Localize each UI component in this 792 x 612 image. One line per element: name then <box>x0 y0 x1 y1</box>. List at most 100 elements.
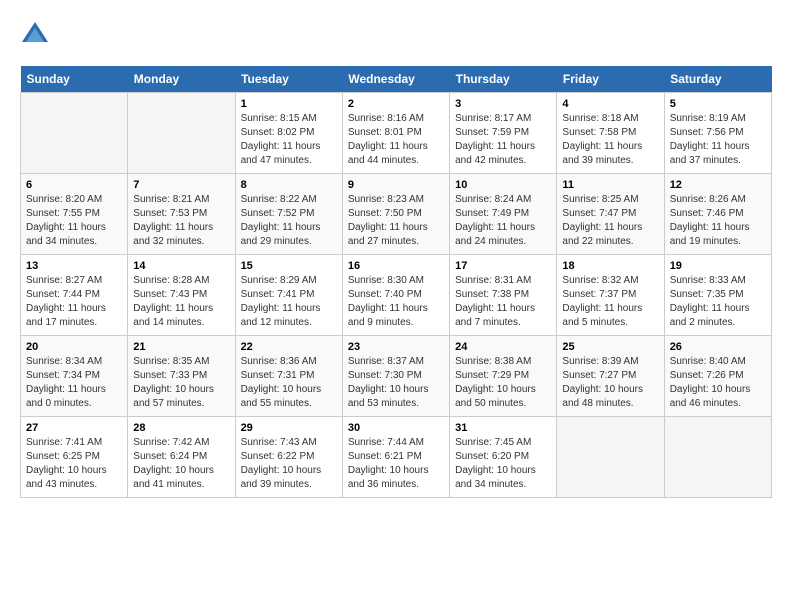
day-info: Sunrise: 8:33 AM Sunset: 7:35 PM Dayligh… <box>670 274 766 330</box>
day-number: 19 <box>670 260 766 272</box>
day-info: Sunrise: 8:29 AM Sunset: 7:41 PM Dayligh… <box>241 274 337 330</box>
day-info: Sunrise: 8:39 AM Sunset: 7:27 PM Dayligh… <box>562 355 658 411</box>
day-info: Sunrise: 8:20 AM Sunset: 7:55 PM Dayligh… <box>26 193 122 249</box>
calendar-week-row: 1Sunrise: 8:15 AM Sunset: 8:02 PM Daylig… <box>21 93 772 174</box>
calendar-cell: 18 Sunrise: 8:32 AM Sunset: 7:37 PM Dayli… <box>557 255 664 336</box>
day-info: Sunrise: 8:27 AM Sunset: 7:44 PM Dayligh… <box>26 274 122 330</box>
day-number: 23 <box>348 341 444 353</box>
day-info: Sunrise: 8:31 AM Sunset: 7:38 PM Dayligh… <box>455 274 551 330</box>
day-info: Sunrise: 8:25 AM Sunset: 7:47 PM Dayligh… <box>562 193 658 249</box>
calendar-cell: 29 Sunrise: 7:43 AM Sunset: 6:22 PM Dayli… <box>235 417 342 498</box>
day-number: 14 <box>133 260 229 272</box>
calendar-header-row: SundayMondayTuesdayWednesdayThursdayFrid… <box>21 66 772 93</box>
day-info: Sunrise: 8:19 AM Sunset: 7:56 PM Dayligh… <box>670 112 766 168</box>
calendar-cell: 11 Sunrise: 8:25 AM Sunset: 7:47 PM Dayli… <box>557 174 664 255</box>
day-info: Sunrise: 8:36 AM Sunset: 7:31 PM Dayligh… <box>241 355 337 411</box>
day-info: Sunrise: 8:21 AM Sunset: 7:53 PM Dayligh… <box>133 193 229 249</box>
calendar-cell: 14 Sunrise: 8:28 AM Sunset: 7:43 PM Dayli… <box>128 255 235 336</box>
day-number: 16 <box>348 260 444 272</box>
day-number: 9 <box>348 179 444 191</box>
day-info: Sunrise: 8:24 AM Sunset: 7:49 PM Dayligh… <box>455 193 551 249</box>
day-number: 2 <box>348 98 444 110</box>
calendar-cell: 28Sunrise: 7:42 AM Sunset: 6:24 PM Dayli… <box>128 417 235 498</box>
day-info: Sunrise: 7:44 AM Sunset: 6:21 PM Dayligh… <box>348 436 444 492</box>
day-info: Sunrise: 8:18 AM Sunset: 7:58 PM Dayligh… <box>562 112 658 168</box>
calendar-cell <box>21 93 128 174</box>
day-number: 22 <box>241 341 337 353</box>
calendar-cell: 31Sunrise: 7:45 AM Sunset: 6:20 PM Dayli… <box>450 417 557 498</box>
day-info: Sunrise: 8:17 AM Sunset: 7:59 PM Dayligh… <box>455 112 551 168</box>
calendar-cell: 3 Sunrise: 8:17 AM Sunset: 7:59 PM Daylig… <box>450 93 557 174</box>
day-info: Sunrise: 8:26 AM Sunset: 7:46 PM Dayligh… <box>670 193 766 249</box>
day-number: 7 <box>133 179 229 191</box>
day-number: 20 <box>26 341 122 353</box>
calendar-cell <box>664 417 771 498</box>
day-number: 28 <box>133 422 229 434</box>
day-header-monday: Monday <box>128 66 235 93</box>
calendar-cell: 20 Sunrise: 8:34 AM Sunset: 7:34 PM Dayli… <box>21 336 128 417</box>
day-header-thursday: Thursday <box>450 66 557 93</box>
day-number: 15 <box>241 260 337 272</box>
calendar-cell: 13 Sunrise: 8:27 AM Sunset: 7:44 PM Dayli… <box>21 255 128 336</box>
day-number: 18 <box>562 260 658 272</box>
day-number: 6 <box>26 179 122 191</box>
calendar-cell: 25 Sunrise: 8:39 AM Sunset: 7:27 PM Dayli… <box>557 336 664 417</box>
day-number: 24 <box>455 341 551 353</box>
calendar-cell: 4 Sunrise: 8:18 AM Sunset: 7:58 PM Daylig… <box>557 93 664 174</box>
day-number: 1 <box>241 98 337 110</box>
day-number: 25 <box>562 341 658 353</box>
day-number: 12 <box>670 179 766 191</box>
day-number: 10 <box>455 179 551 191</box>
day-header-wednesday: Wednesday <box>342 66 449 93</box>
calendar-week-row: 20 Sunrise: 8:34 AM Sunset: 7:34 PM Dayli… <box>21 336 772 417</box>
calendar-cell: 19 Sunrise: 8:33 AM Sunset: 7:35 PM Dayli… <box>664 255 771 336</box>
day-info: Sunrise: 7:45 AM Sunset: 6:20 PM Dayligh… <box>455 436 551 492</box>
day-number: 21 <box>133 341 229 353</box>
calendar-cell: 23 Sunrise: 8:37 AM Sunset: 7:30 PM Dayli… <box>342 336 449 417</box>
calendar-cell: 21Sunrise: 8:35 AM Sunset: 7:33 PM Dayli… <box>128 336 235 417</box>
calendar-cell: 15 Sunrise: 8:29 AM Sunset: 7:41 PM Dayli… <box>235 255 342 336</box>
calendar-week-row: 6 Sunrise: 8:20 AM Sunset: 7:55 PM Daylig… <box>21 174 772 255</box>
day-header-sunday: Sunday <box>21 66 128 93</box>
calendar-cell: 9 Sunrise: 8:23 AM Sunset: 7:50 PM Daylig… <box>342 174 449 255</box>
day-info: Sunrise: 7:41 AM Sunset: 6:25 PM Dayligh… <box>26 436 122 492</box>
logo-icon <box>20 20 50 50</box>
calendar-week-row: 27Sunrise: 7:41 AM Sunset: 6:25 PM Dayli… <box>21 417 772 498</box>
calendar-cell: 5Sunrise: 8:19 AM Sunset: 7:56 PM Daylig… <box>664 93 771 174</box>
day-info: Sunrise: 8:16 AM Sunset: 8:01 PM Dayligh… <box>348 112 444 168</box>
day-header-friday: Friday <box>557 66 664 93</box>
day-info: Sunrise: 8:22 AM Sunset: 7:52 PM Dayligh… <box>241 193 337 249</box>
day-info: Sunrise: 8:38 AM Sunset: 7:29 PM Dayligh… <box>455 355 551 411</box>
day-number: 3 <box>455 98 551 110</box>
calendar-cell: 12 Sunrise: 8:26 AM Sunset: 7:46 PM Dayli… <box>664 174 771 255</box>
day-number: 29 <box>241 422 337 434</box>
page-header <box>20 20 772 50</box>
logo <box>20 20 54 50</box>
day-info: Sunrise: 8:28 AM Sunset: 7:43 PM Dayligh… <box>133 274 229 330</box>
day-number: 11 <box>562 179 658 191</box>
day-info: Sunrise: 8:23 AM Sunset: 7:50 PM Dayligh… <box>348 193 444 249</box>
calendar-cell: 16 Sunrise: 8:30 AM Sunset: 7:40 PM Dayli… <box>342 255 449 336</box>
day-number: 30 <box>348 422 444 434</box>
day-info: Sunrise: 8:37 AM Sunset: 7:30 PM Dayligh… <box>348 355 444 411</box>
calendar-cell <box>128 93 235 174</box>
day-number: 13 <box>26 260 122 272</box>
calendar-cell: 1Sunrise: 8:15 AM Sunset: 8:02 PM Daylig… <box>235 93 342 174</box>
calendar-cell: 7 Sunrise: 8:21 AM Sunset: 7:53 PM Daylig… <box>128 174 235 255</box>
calendar-cell <box>557 417 664 498</box>
day-number: 26 <box>670 341 766 353</box>
calendar-cell: 26Sunrise: 8:40 AM Sunset: 7:26 PM Dayli… <box>664 336 771 417</box>
day-info: Sunrise: 8:30 AM Sunset: 7:40 PM Dayligh… <box>348 274 444 330</box>
day-header-tuesday: Tuesday <box>235 66 342 93</box>
day-info: Sunrise: 7:43 AM Sunset: 6:22 PM Dayligh… <box>241 436 337 492</box>
day-info: Sunrise: 8:34 AM Sunset: 7:34 PM Dayligh… <box>26 355 122 411</box>
calendar-cell: 17Sunrise: 8:31 AM Sunset: 7:38 PM Dayli… <box>450 255 557 336</box>
calendar-cell: 24 Sunrise: 8:38 AM Sunset: 7:29 PM Dayli… <box>450 336 557 417</box>
calendar-cell: 10 Sunrise: 8:24 AM Sunset: 7:49 PM Dayli… <box>450 174 557 255</box>
day-number: 8 <box>241 179 337 191</box>
day-number: 4 <box>562 98 658 110</box>
day-info: Sunrise: 8:32 AM Sunset: 7:37 PM Dayligh… <box>562 274 658 330</box>
calendar-cell: 30 Sunrise: 7:44 AM Sunset: 6:21 PM Dayli… <box>342 417 449 498</box>
calendar-cell: 8 Sunrise: 8:22 AM Sunset: 7:52 PM Daylig… <box>235 174 342 255</box>
day-header-saturday: Saturday <box>664 66 771 93</box>
